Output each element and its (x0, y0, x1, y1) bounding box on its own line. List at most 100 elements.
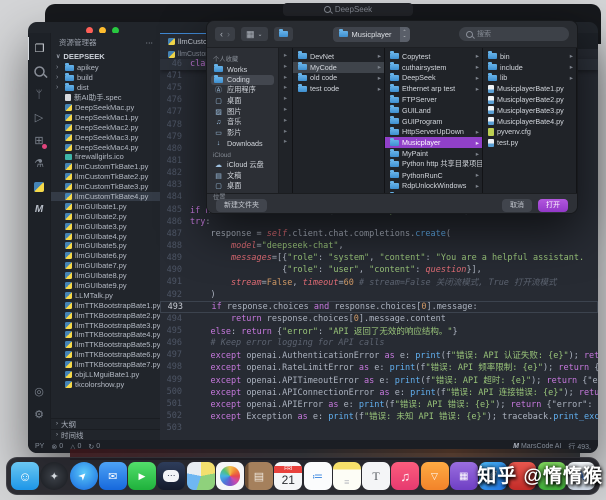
column-item[interactable]: test code ▸ (293, 83, 384, 94)
file-tree-item[interactable]: llmGUIbate1.py (51, 201, 160, 211)
file-tree-item[interactable]: › build (51, 72, 160, 83)
sidebar-item[interactable]: ▭ 影片 (211, 128, 274, 139)
column-item[interactable]: GUILand (385, 105, 482, 116)
view-mode-button[interactable]: ▦ ⌄ (241, 27, 268, 41)
messages-icon[interactable]: … (157, 462, 186, 490)
column-item[interactable]: Copytest ▸ (385, 51, 482, 62)
file-tree-item[interactable]: llmCustomTkBate1.py (51, 162, 160, 172)
code-line[interactable]: 499 except openai.APITimeoutError as e: … (160, 374, 598, 386)
file-tree-item[interactable]: tkcolorshow.py (51, 380, 160, 390)
file-tree-item[interactable]: › apikey (51, 63, 160, 73)
column-item[interactable]: DevNet ▸ (293, 51, 384, 62)
column-item[interactable]: Musicplayer ▸ (385, 137, 482, 149)
open-button[interactable]: 打开 (538, 198, 568, 212)
file-tree-item[interactable]: LLMTalk.py (51, 290, 160, 300)
column-item[interactable]: MusicplayerBate1.py (483, 83, 576, 94)
column-item[interactable]: RdpUnlockWindows ▸ (385, 180, 482, 192)
books-icon[interactable]: ▽ (420, 462, 449, 490)
file-tree-item[interactable]: DeepSeekMac4.py (51, 142, 160, 152)
outline-section[interactable]: › 大纲 (51, 418, 160, 429)
code-line[interactable]: 488 model="deepseek-chat", (160, 240, 598, 252)
source-control-icon[interactable]: ᛘ (28, 83, 50, 106)
column-item[interactable]: pyvenv.cfg (483, 127, 576, 138)
cancel-button[interactable]: 取消 (502, 198, 532, 212)
status-item[interactable]: PY (35, 443, 44, 450)
sidebar-item[interactable]: ▢ 桌面 (211, 96, 274, 107)
file-tree-item[interactable]: llmTTKBootstrapBate7.py (51, 360, 160, 370)
file-tree-item[interactable]: llmGUIbate8.py (51, 271, 160, 281)
dialog-search-field[interactable]: 搜索 (459, 27, 569, 41)
explorer-icon[interactable]: ❐ (28, 37, 51, 60)
column-item[interactable]: MusicplayerBate3.py (483, 105, 576, 116)
column-item[interactable]: Python http 共享目录项目▸ (385, 159, 482, 170)
file-tree-item[interactable]: llmGUIbate9.py (51, 281, 160, 291)
safari-icon[interactable]: ➤ (69, 462, 98, 490)
file-tree-item[interactable]: llmGUIbate7.py (51, 261, 160, 271)
facetime-icon[interactable]: ▶ (128, 462, 156, 490)
folder-toggle-button[interactable] (273, 27, 293, 41)
code-line[interactable]: 498 except openai.RateLimitError as e: p… (160, 361, 598, 373)
code-line[interactable]: 496 # Keep error logging for API calls (160, 337, 598, 349)
column-item[interactable]: PythonRunC ▸ (385, 170, 482, 181)
sidebar-item[interactable]: ▤ 文稿 (211, 170, 274, 181)
timeline-section[interactable]: › 时间线 (51, 429, 160, 440)
settings-gear-icon[interactable]: ⚙ (28, 403, 50, 426)
column-item[interactable]: old code ▸ (293, 72, 384, 84)
file-tree-item[interactable]: objLLMguiBate1.py (51, 370, 160, 380)
music-icon[interactable]: ♫ (391, 462, 420, 490)
code-line[interactable]: 497 except openai.AuthenticationError as… (160, 349, 598, 361)
project-root[interactable]: ∨ DEEPSEEK (51, 50, 160, 63)
file-tree-item[interactable]: firewallgirls.ico (51, 152, 160, 162)
maps-icon[interactable] (186, 462, 215, 490)
file-tree-item[interactable]: llmTTKBootstrapBate5.py (51, 340, 160, 350)
extensions-icon[interactable]: ⊞ (28, 129, 50, 152)
file-tree-item[interactable]: llmCustomTkBate3.py (51, 182, 160, 192)
python-extension-icon[interactable] (28, 175, 50, 198)
column-item[interactable]: MusicplayerBate2.py (483, 94, 576, 105)
file-tree-item[interactable]: 新AI助手.spec (51, 93, 160, 103)
column-item[interactable]: MyCode ▸ (293, 61, 384, 73)
column-item[interactable]: GUIProgram (385, 116, 482, 127)
new-folder-button[interactable]: 新建文件夹 (216, 198, 267, 212)
sidebar-item[interactable]: ▢ 桌面 (211, 181, 274, 192)
sidebar-item[interactable]: ☁ iCloud 云盘 (211, 160, 274, 171)
code-line[interactable]: 494 return response.choices[0].message.c… (160, 313, 598, 325)
file-tree-item[interactable]: DeepSeekMac3.py (51, 132, 160, 142)
file-tree-item[interactable]: llmTTKBootstrapBate2.py (51, 310, 160, 320)
code-line[interactable]: 491 stream=False, timeout=60 # stream=Fa… (160, 276, 598, 288)
column-item[interactable]: test.py (483, 137, 576, 148)
sidebar-item[interactable]: ▨ 图片 (211, 106, 274, 117)
file-tree-item[interactable]: llmGUIbate3.py (51, 221, 160, 231)
code-line[interactable]: 486 try: (160, 216, 598, 228)
column-item[interactable]: FTPServer (385, 94, 482, 105)
testing-icon[interactable]: ⚗ (28, 152, 50, 175)
file-tree-item[interactable]: llmCustomTkBate4.py (51, 191, 160, 202)
file-tree-item[interactable]: llmGUIbate5.py (51, 241, 160, 251)
textedit-icon[interactable]: T (362, 462, 390, 490)
forward-button[interactable]: › (227, 29, 230, 39)
sidebar-item[interactable]: Ⓐ 应用程序 (211, 85, 274, 96)
code-line[interactable]: 489 messages=[{"role": "system", "conten… (160, 252, 598, 264)
code-line[interactable]: 501 except openai.APIError as e: print(f… (160, 398, 598, 410)
file-tree-item[interactable]: llmTTKBootstrapBate3.py (51, 320, 160, 330)
search-icon[interactable] (28, 60, 50, 83)
file-tree-item[interactable]: DeepSeekMac1.py (51, 112, 160, 122)
column-item[interactable]: cuthairsystem ▸ (385, 62, 482, 73)
code-line[interactable]: 487 response = self.client.chat.completi… (160, 228, 598, 240)
sidebar-item[interactable]: ↓ Downloads (211, 138, 274, 149)
file-tree-item[interactable]: llmTTKBootstrapBate6.py (51, 350, 160, 360)
column-item[interactable]: include ▸ (483, 62, 576, 73)
column-item[interactable]: MyPaint ▸ (385, 148, 482, 159)
file-tree-item[interactable]: llmCustomTkBate2.py (51, 172, 160, 182)
column-item[interactable]: bin ▸ (483, 51, 576, 62)
calendar-icon[interactable]: FRI 21 (274, 462, 303, 490)
file-tree-item[interactable]: llmGUIbate6.py (51, 251, 160, 261)
column-item[interactable]: DeepSeek ▸ (385, 72, 482, 84)
marscode-ai-icon[interactable]: M (28, 198, 50, 221)
contacts-icon[interactable]: ▤ (245, 462, 273, 490)
code-line[interactable]: 502 except Exception as e: print(f"错误: 未… (160, 410, 598, 422)
file-tree-item[interactable]: › dist (51, 82, 160, 93)
reminders-icon[interactable]: ≔ (303, 462, 332, 490)
status-item[interactable]: ⊗ 0 (51, 443, 63, 451)
launchpad-icon[interactable]: ✦ (40, 462, 69, 490)
